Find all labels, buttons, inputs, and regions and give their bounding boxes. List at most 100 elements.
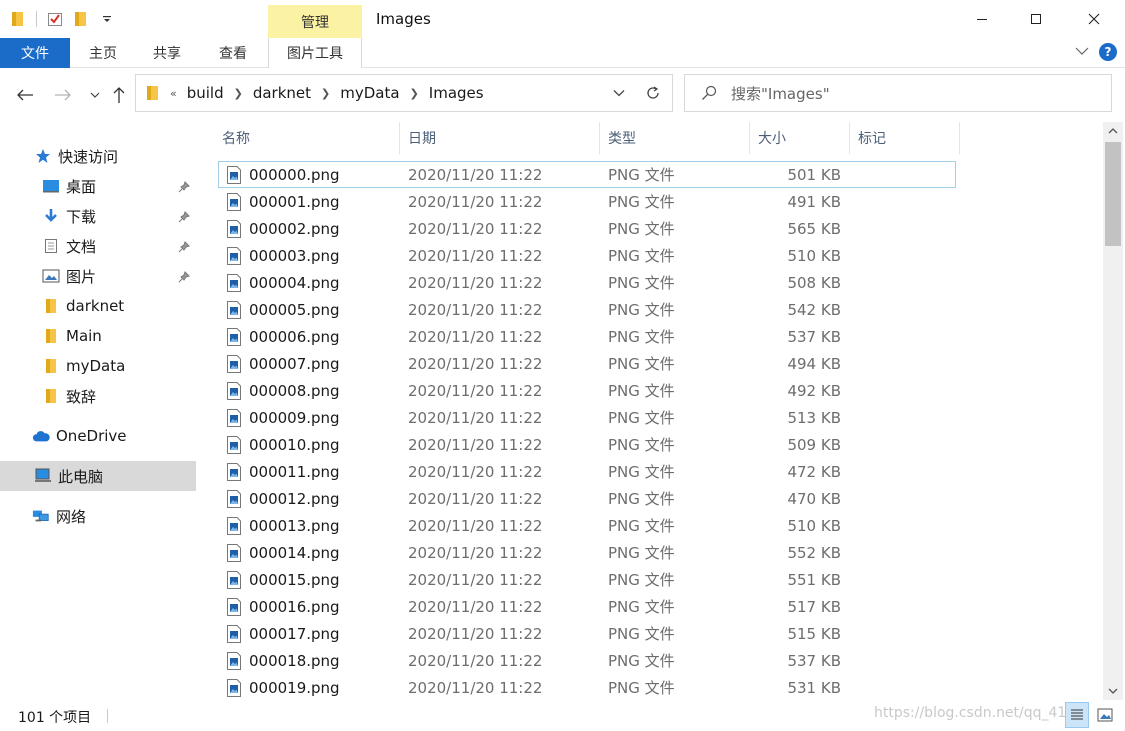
table-row[interactable]: 000001.png 2020/11/20 11:22 PNG 文件 491 KB <box>218 188 956 215</box>
file-size: 494 KB <box>787 354 841 373</box>
table-row[interactable]: 000002.png 2020/11/20 11:22 PNG 文件 565 KB <box>218 215 956 242</box>
table-row[interactable]: 000016.png 2020/11/20 11:22 PNG 文件 517 KB <box>218 593 956 620</box>
table-row[interactable]: 000017.png 2020/11/20 11:22 PNG 文件 515 KB <box>218 620 956 647</box>
file-type: PNG 文件 <box>608 517 675 535</box>
manage-context-tab[interactable]: 管理 <box>268 5 362 38</box>
details-view-button[interactable] <box>1065 702 1089 728</box>
png-file-icon <box>226 678 242 697</box>
table-row[interactable]: 000003.png 2020/11/20 11:22 PNG 文件 510 KB <box>218 242 956 269</box>
sidebar-item-main[interactable]: Main <box>0 321 196 351</box>
file-date: 2020/11/20 11:22 <box>408 354 543 373</box>
file-date: 2020/11/20 11:22 <box>408 408 543 427</box>
table-row[interactable]: 000014.png 2020/11/20 11:22 PNG 文件 552 KB <box>218 539 956 566</box>
file-date: 2020/11/20 11:22 <box>408 651 543 670</box>
expand-ribbon-icon[interactable] <box>1075 44 1089 60</box>
address-bar[interactable]: « build ❯ darknet ❯ myData ❯ Images <box>135 74 673 112</box>
file-name: 000018.png <box>249 651 340 670</box>
column-header-date[interactable]: 日期 <box>400 122 600 154</box>
scroll-up-button[interactable] <box>1103 122 1123 140</box>
up-button[interactable] <box>106 82 132 108</box>
vertical-scrollbar[interactable] <box>1103 122 1123 700</box>
close-button[interactable] <box>1066 0 1122 38</box>
file-rows: 000000.png 2020/11/20 11:22 PNG 文件 501 KB 00… <box>218 161 956 700</box>
table-row[interactable]: 000006.png 2020/11/20 11:22 PNG 文件 537 KB <box>218 323 956 350</box>
sidebar-item-darknet[interactable]: darknet <box>0 291 196 321</box>
file-date: 2020/11/20 11:22 <box>408 273 543 292</box>
table-row[interactable]: 000018.png 2020/11/20 11:22 PNG 文件 537 KB <box>218 647 956 674</box>
tab-home[interactable]: 主页 <box>72 38 134 68</box>
customize-toolbar-icon[interactable] <box>97 9 117 29</box>
table-row[interactable]: 000000.png 2020/11/20 11:22 PNG 文件 501 KB <box>218 161 956 188</box>
breadcrumb-item[interactable]: darknet <box>253 84 311 102</box>
pin-icon[interactable] <box>178 209 190 227</box>
table-row[interactable]: 000019.png 2020/11/20 11:22 PNG 文件 531 KB <box>218 674 956 700</box>
properties-icon[interactable] <box>45 9 65 29</box>
file-name: 000007.png <box>249 354 340 373</box>
file-type: PNG 文件 <box>608 652 675 670</box>
table-row[interactable]: 000015.png 2020/11/20 11:22 PNG 文件 551 KB <box>218 566 956 593</box>
table-row[interactable]: 000013.png 2020/11/20 11:22 PNG 文件 510 KB <box>218 512 956 539</box>
sidebar-item-this-pc[interactable]: 此电脑 <box>0 461 196 491</box>
file-date: 2020/11/20 11:22 <box>408 597 543 616</box>
table-row[interactable]: 000009.png 2020/11/20 11:22 PNG 文件 513 KB <box>218 404 956 431</box>
chevron-right-icon[interactable]: ❯ <box>410 87 419 100</box>
minimize-button[interactable] <box>954 0 1010 38</box>
large-icons-view-button[interactable] <box>1093 702 1117 728</box>
table-row[interactable]: 000004.png 2020/11/20 11:22 PNG 文件 508 KB <box>218 269 956 296</box>
refresh-button[interactable] <box>634 74 673 112</box>
tab-view[interactable]: 查看 <box>200 38 266 68</box>
sidebar-item-network[interactable]: 网络 <box>0 501 196 531</box>
pin-icon[interactable] <box>178 239 190 257</box>
sidebar-item-zhici[interactable]: 致辞 <box>0 381 196 411</box>
chevron-right-icon[interactable]: ❯ <box>321 87 330 100</box>
forward-button[interactable] <box>50 82 76 108</box>
table-row[interactable]: 000007.png 2020/11/20 11:22 PNG 文件 494 KB <box>218 350 956 377</box>
table-row[interactable]: 000011.png 2020/11/20 11:22 PNG 文件 472 KB <box>218 458 956 485</box>
file-name: 000000.png <box>249 165 340 184</box>
help-icon[interactable]: ? <box>1099 43 1117 61</box>
sidebar-item-onedrive[interactable]: OneDrive <box>0 421 196 451</box>
file-date: 2020/11/20 11:22 <box>408 543 543 562</box>
column-header-name[interactable]: 名称 <box>200 122 400 154</box>
back-button[interactable] <box>12 82 38 108</box>
sidebar-item-mydata[interactable]: myData <box>0 351 196 381</box>
pin-icon[interactable] <box>178 269 190 287</box>
navigation-pane: 快速访问 桌面 下载 文档 图片 darknet Main myData 致辞 … <box>0 140 198 700</box>
status-divider <box>107 709 108 723</box>
table-row[interactable]: 000008.png 2020/11/20 11:22 PNG 文件 492 KB <box>218 377 956 404</box>
file-size: 509 KB <box>787 435 841 454</box>
breadcrumb-overflow[interactable]: « <box>170 87 177 100</box>
chevron-up-icon <box>1108 128 1118 134</box>
file-size: 517 KB <box>787 597 841 616</box>
sidebar-item-label: 文档 <box>66 237 97 256</box>
file-list: 名称 日期 类型 大小 标记 ⌃ 000000.png 2020/11/20 11… <box>200 122 1103 700</box>
maximize-button[interactable] <box>1008 0 1064 38</box>
sidebar-item-pictures[interactable]: 图片 <box>0 261 196 291</box>
sidebar-item-quick-access[interactable]: 快速访问 <box>0 141 196 171</box>
sidebar-item-desktop[interactable]: 桌面 <box>0 171 196 201</box>
scroll-down-button[interactable] <box>1103 682 1123 700</box>
sidebar-item-documents[interactable]: 文档 <box>0 231 196 261</box>
pin-icon[interactable] <box>178 179 190 197</box>
recent-locations-button[interactable] <box>82 82 108 108</box>
breadcrumb-item[interactable]: myData <box>340 84 399 102</box>
scrollbar-thumb[interactable] <box>1105 142 1121 246</box>
search-input[interactable]: 搜索"Images" <box>684 74 1112 112</box>
tab-file[interactable]: 文件 <box>0 38 70 68</box>
chevron-right-icon[interactable]: ❯ <box>234 87 243 100</box>
sidebar-item-downloads[interactable]: 下载 <box>0 201 196 231</box>
png-file-icon <box>226 354 242 373</box>
new-folder-icon[interactable] <box>71 9 91 29</box>
star-icon <box>34 147 52 165</box>
table-row[interactable]: 000010.png 2020/11/20 11:22 PNG 文件 509 KB <box>218 431 956 458</box>
png-file-icon <box>226 516 242 535</box>
breadcrumb-item[interactable]: Images <box>429 84 484 102</box>
column-header-size[interactable]: 大小 <box>750 122 850 154</box>
table-row[interactable]: 000005.png 2020/11/20 11:22 PNG 文件 542 KB <box>218 296 956 323</box>
breadcrumb-item[interactable]: build <box>187 84 224 102</box>
tab-picture-tools[interactable]: 图片工具 <box>268 38 362 68</box>
table-row[interactable]: 000012.png 2020/11/20 11:22 PNG 文件 470 KB <box>218 485 956 512</box>
address-dropdown-button[interactable] <box>604 75 634 111</box>
tab-share[interactable]: 共享 <box>136 38 198 68</box>
column-header-tags[interactable]: 标记 <box>850 122 960 154</box>
